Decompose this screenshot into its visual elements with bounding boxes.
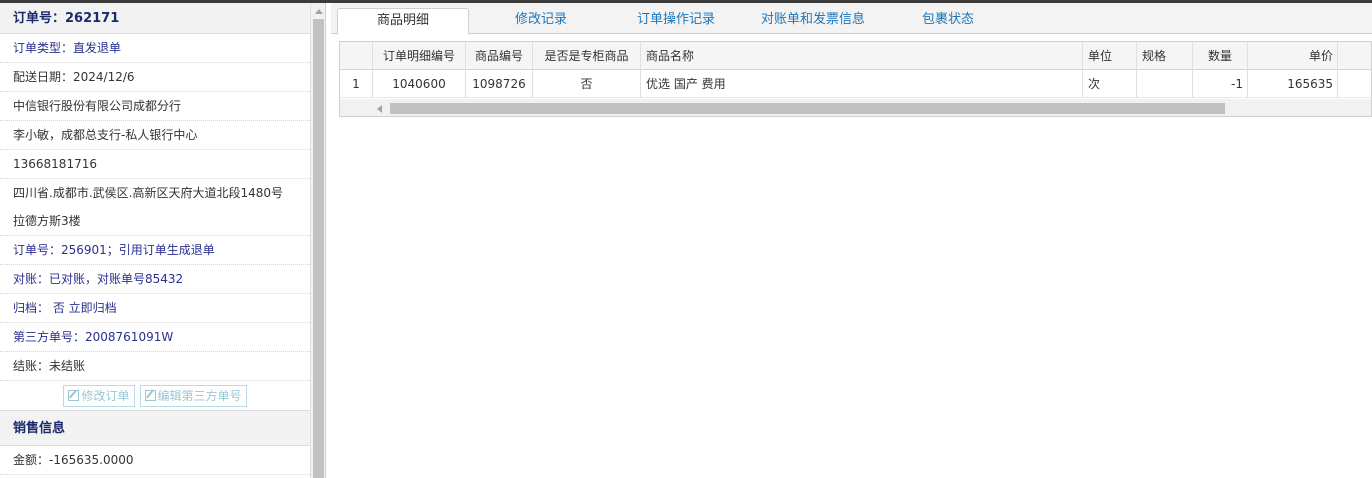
archive-status[interactable]: 归档： 否 立即归档 xyxy=(0,294,310,323)
third-party-number: 第三方单号：2008761091W xyxy=(0,323,310,352)
edit-icon xyxy=(144,390,156,401)
col-header-unit[interactable]: 单位 xyxy=(1083,42,1137,70)
cell-product-id-link[interactable]: 1098726 xyxy=(466,70,533,98)
company-name: 中信银行股份有限公司成都分行 xyxy=(0,92,310,121)
col-header-quantity[interactable]: 数量 xyxy=(1193,42,1248,70)
col-header-counter-product[interactable]: 是否是专柜商品 xyxy=(533,42,641,70)
edit-third-party-label: 编辑第三方单号 xyxy=(157,389,242,403)
tab-bar: 商品明细 修改记录 订单操作记录 对账单和发票信息 包裹状态 xyxy=(331,3,1372,35)
edit-third-party-button[interactable]: 编辑第三方单号 xyxy=(139,384,247,407)
cell-detail-id: 1040600 xyxy=(373,70,466,98)
sales-info-header: 销售信息 xyxy=(0,411,310,446)
tab-order-operation-log[interactable]: 订单操作记录 xyxy=(619,8,733,34)
cell-quantity: -1 xyxy=(1193,70,1248,98)
cell-spec xyxy=(1137,70,1193,98)
tab-product-details[interactable]: 商品明细 xyxy=(337,8,469,35)
grid-header: 订单明细编号 商品编号 是否是专柜商品 商品名称 单位 规格 数量 单价 xyxy=(340,42,1371,70)
delivery-date: 配送日期：2024/12/6 xyxy=(0,63,310,92)
edit-order-button[interactable]: 修改订单 xyxy=(63,384,135,407)
tab-package-status[interactable]: 包裹状态 xyxy=(903,8,993,34)
col-header-unit-price[interactable]: 单价 xyxy=(1248,42,1338,70)
scroll-thumb[interactable] xyxy=(390,103,1225,114)
cell-product-name-link[interactable]: 优选 国产 费用 xyxy=(641,70,1083,98)
col-header-detail-id[interactable]: 订单明细编号 xyxy=(373,42,466,70)
scroll-thumb[interactable] xyxy=(313,19,324,478)
order-info-panel: 订单号：262171 订单类型：直发退单 配送日期：2024/12/6 中信银行… xyxy=(0,3,326,478)
col-header-spec[interactable]: 规格 xyxy=(1137,42,1193,70)
order-action-bar: 修改订单 编辑第三方单号 xyxy=(0,381,310,411)
detail-panel: 商品明细 修改记录 订单操作记录 对账单和发票信息 包裹状态 订单明细编号 商品… xyxy=(331,3,1372,478)
cell-unit: 次 xyxy=(1083,70,1137,98)
cell-counter-product: 否 xyxy=(533,70,641,98)
scroll-up-arrow-icon[interactable] xyxy=(315,9,323,14)
col-header-rownum xyxy=(340,42,373,70)
product-grid: 订单明细编号 商品编号 是否是专柜商品 商品名称 单位 规格 数量 单价 1 1… xyxy=(339,41,1372,117)
order-number-header: 订单号：262171 xyxy=(0,3,310,34)
sales-amount: 金额：-165635.0000 xyxy=(0,446,310,475)
order-type: 订单类型：直发退单 xyxy=(0,34,310,63)
col-header-product-name[interactable]: 商品名称 xyxy=(641,42,1083,70)
edit-order-label: 修改订单 xyxy=(81,389,130,403)
scroll-left-arrow-icon[interactable] xyxy=(377,105,382,113)
table-row[interactable]: 1 1040600 1098726 否 优选 国产 费用 次 -1 165635 xyxy=(340,70,1371,98)
grid-horizontal-scrollbar[interactable] xyxy=(340,99,1371,116)
delivery-address: 四川省.成都市.武侯区.高新区天府大道北段1480号拉德方斯3楼 xyxy=(0,179,310,236)
edit-icon xyxy=(68,390,80,401)
reconcile-status: 对账：已对账，对账单号85432 xyxy=(0,265,310,294)
cell-unit-price: 165635 xyxy=(1248,70,1338,98)
tab-reconcile-invoice[interactable]: 对账单和发票信息 xyxy=(743,8,883,34)
reference-order: 订单号：256901；引用订单生成退单 xyxy=(0,236,310,265)
contact-person: 李小敏，成都总支行-私人银行中心 xyxy=(0,121,310,150)
left-panel-scrollbar[interactable] xyxy=(310,3,325,478)
phone-number: 13668181716 xyxy=(0,150,310,179)
col-header-product-id[interactable]: 商品编号 xyxy=(466,42,533,70)
settlement-status: 结账：未结账 xyxy=(0,352,310,381)
cell-rownum: 1 xyxy=(340,70,373,98)
tab-modification-log[interactable]: 修改记录 xyxy=(491,8,591,34)
